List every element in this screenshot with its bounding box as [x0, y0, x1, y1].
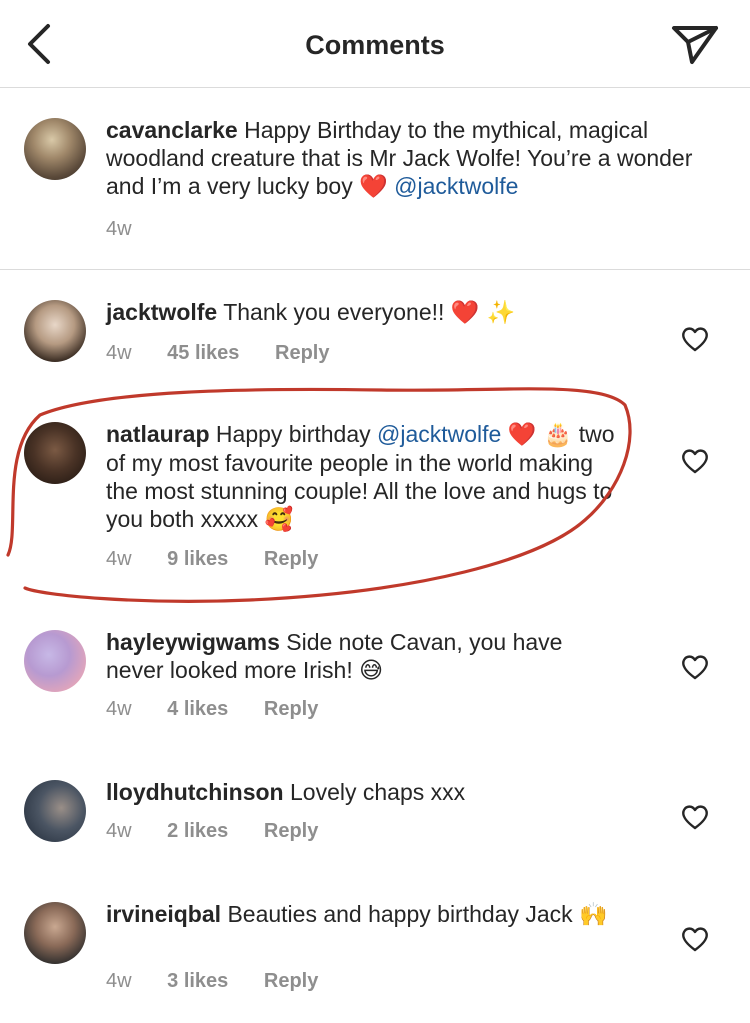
comment-meta: 4w 45 likes Reply: [106, 342, 359, 365]
comment-item: lloydhutchinson Lovely chaps xxx 4w 2 li…: [0, 772, 750, 862]
comment-item: hayleywigwams Side note Cavan, you have …: [0, 622, 750, 732]
avatar[interactable]: [24, 630, 86, 692]
timestamp: 4w: [106, 970, 132, 992]
avatar[interactable]: [24, 780, 86, 842]
heart-outline-icon: [682, 449, 708, 474]
likes-count[interactable]: 3 likes: [167, 970, 228, 992]
comment-meta: 4w 3 likes Reply: [106, 970, 348, 993]
comment-username[interactable]: hayleywigwams: [106, 629, 280, 655]
comment-body: Lovely chaps xxx: [290, 779, 466, 805]
page-title: Comments: [305, 30, 445, 60]
caption-text: cavanclarke Happy Birthday to the mythic…: [106, 116, 706, 201]
timestamp: 4w: [106, 342, 132, 364]
post-caption: cavanclarke Happy Birthday to the mythic…: [0, 88, 750, 270]
caption-mention[interactable]: @jacktwolfe: [394, 173, 518, 199]
comment-meta: 4w 2 likes Reply: [106, 820, 348, 843]
comment-item: irvineiqbal Beauties and happy birthday …: [0, 894, 750, 1004]
comment-body-start: Happy birthday: [215, 421, 371, 447]
timestamp: 4w: [106, 698, 132, 720]
comment-username[interactable]: natlaurap: [106, 421, 210, 447]
timestamp: 4w: [106, 218, 132, 240]
emoji: ❤️ ✨: [450, 300, 516, 326]
heart-outline-icon: [682, 655, 708, 680]
comment-text: lloydhutchinson Lovely chaps xxx: [106, 778, 626, 806]
like-button[interactable]: [680, 802, 710, 832]
comment-username[interactable]: jacktwolfe: [106, 299, 217, 325]
heart-outline-icon: [682, 327, 708, 352]
likes-count[interactable]: 45 likes: [167, 342, 239, 364]
send-icon: [672, 26, 718, 64]
avatar[interactable]: [24, 422, 86, 484]
reply-button[interactable]: Reply: [264, 548, 318, 570]
comment-text: irvineiqbal Beauties and happy birthday …: [106, 900, 626, 929]
timestamp: 4w: [106, 548, 132, 570]
comment-text: natlaurap Happy birthday @jacktwolfe ❤️ …: [106, 420, 626, 534]
comment-meta: 4w 4 likes Reply: [106, 698, 348, 721]
comment-text: jacktwolfe Thank you everyone!! ❤️ ✨: [106, 298, 626, 327]
emoji: 🙌: [579, 902, 608, 928]
comment-username[interactable]: lloydhutchinson: [106, 779, 284, 805]
reply-button[interactable]: Reply: [275, 342, 329, 364]
heart-outline-icon: [682, 805, 708, 830]
like-button[interactable]: [680, 446, 710, 476]
avatar[interactable]: [24, 300, 86, 362]
likes-count[interactable]: 9 likes: [167, 548, 228, 570]
emoji: 😅: [359, 658, 384, 684]
share-button[interactable]: [670, 22, 720, 66]
comment-item: jacktwolfe Thank you everyone!! ❤️ ✨ 4w …: [0, 290, 750, 390]
comment-body: Thank you everyone!!: [223, 299, 445, 325]
caption-username[interactable]: cavanclarke: [106, 117, 238, 143]
like-button[interactable]: [680, 652, 710, 682]
comment-item: natlaurap Happy birthday @jacktwolfe ❤️ …: [0, 412, 750, 582]
like-button[interactable]: [680, 324, 710, 354]
timestamp: 4w: [106, 820, 132, 842]
emoji: 🥰: [264, 507, 294, 533]
emoji: ❤️ 🎂: [507, 422, 573, 448]
reply-button[interactable]: Reply: [264, 820, 318, 842]
caption-meta: 4w: [106, 218, 162, 241]
likes-count[interactable]: 2 likes: [167, 820, 228, 842]
reply-button[interactable]: Reply: [264, 970, 318, 992]
reply-button[interactable]: Reply: [264, 698, 318, 720]
header-bar: Comments: [0, 0, 750, 88]
like-button[interactable]: [680, 924, 710, 954]
avatar[interactable]: [24, 118, 86, 180]
comment-mention[interactable]: @jacktwolfe: [377, 421, 501, 447]
avatar[interactable]: [24, 902, 86, 964]
heart-emoji: ❤️: [359, 174, 388, 200]
heart-outline-icon: [682, 927, 708, 952]
comment-body: Beauties and happy birthday Jack: [227, 901, 573, 927]
comment-meta: 4w 9 likes Reply: [106, 548, 348, 571]
comment-username[interactable]: irvineiqbal: [106, 901, 221, 927]
likes-count[interactable]: 4 likes: [167, 698, 228, 720]
comment-text: hayleywigwams Side note Cavan, you have …: [106, 628, 626, 685]
